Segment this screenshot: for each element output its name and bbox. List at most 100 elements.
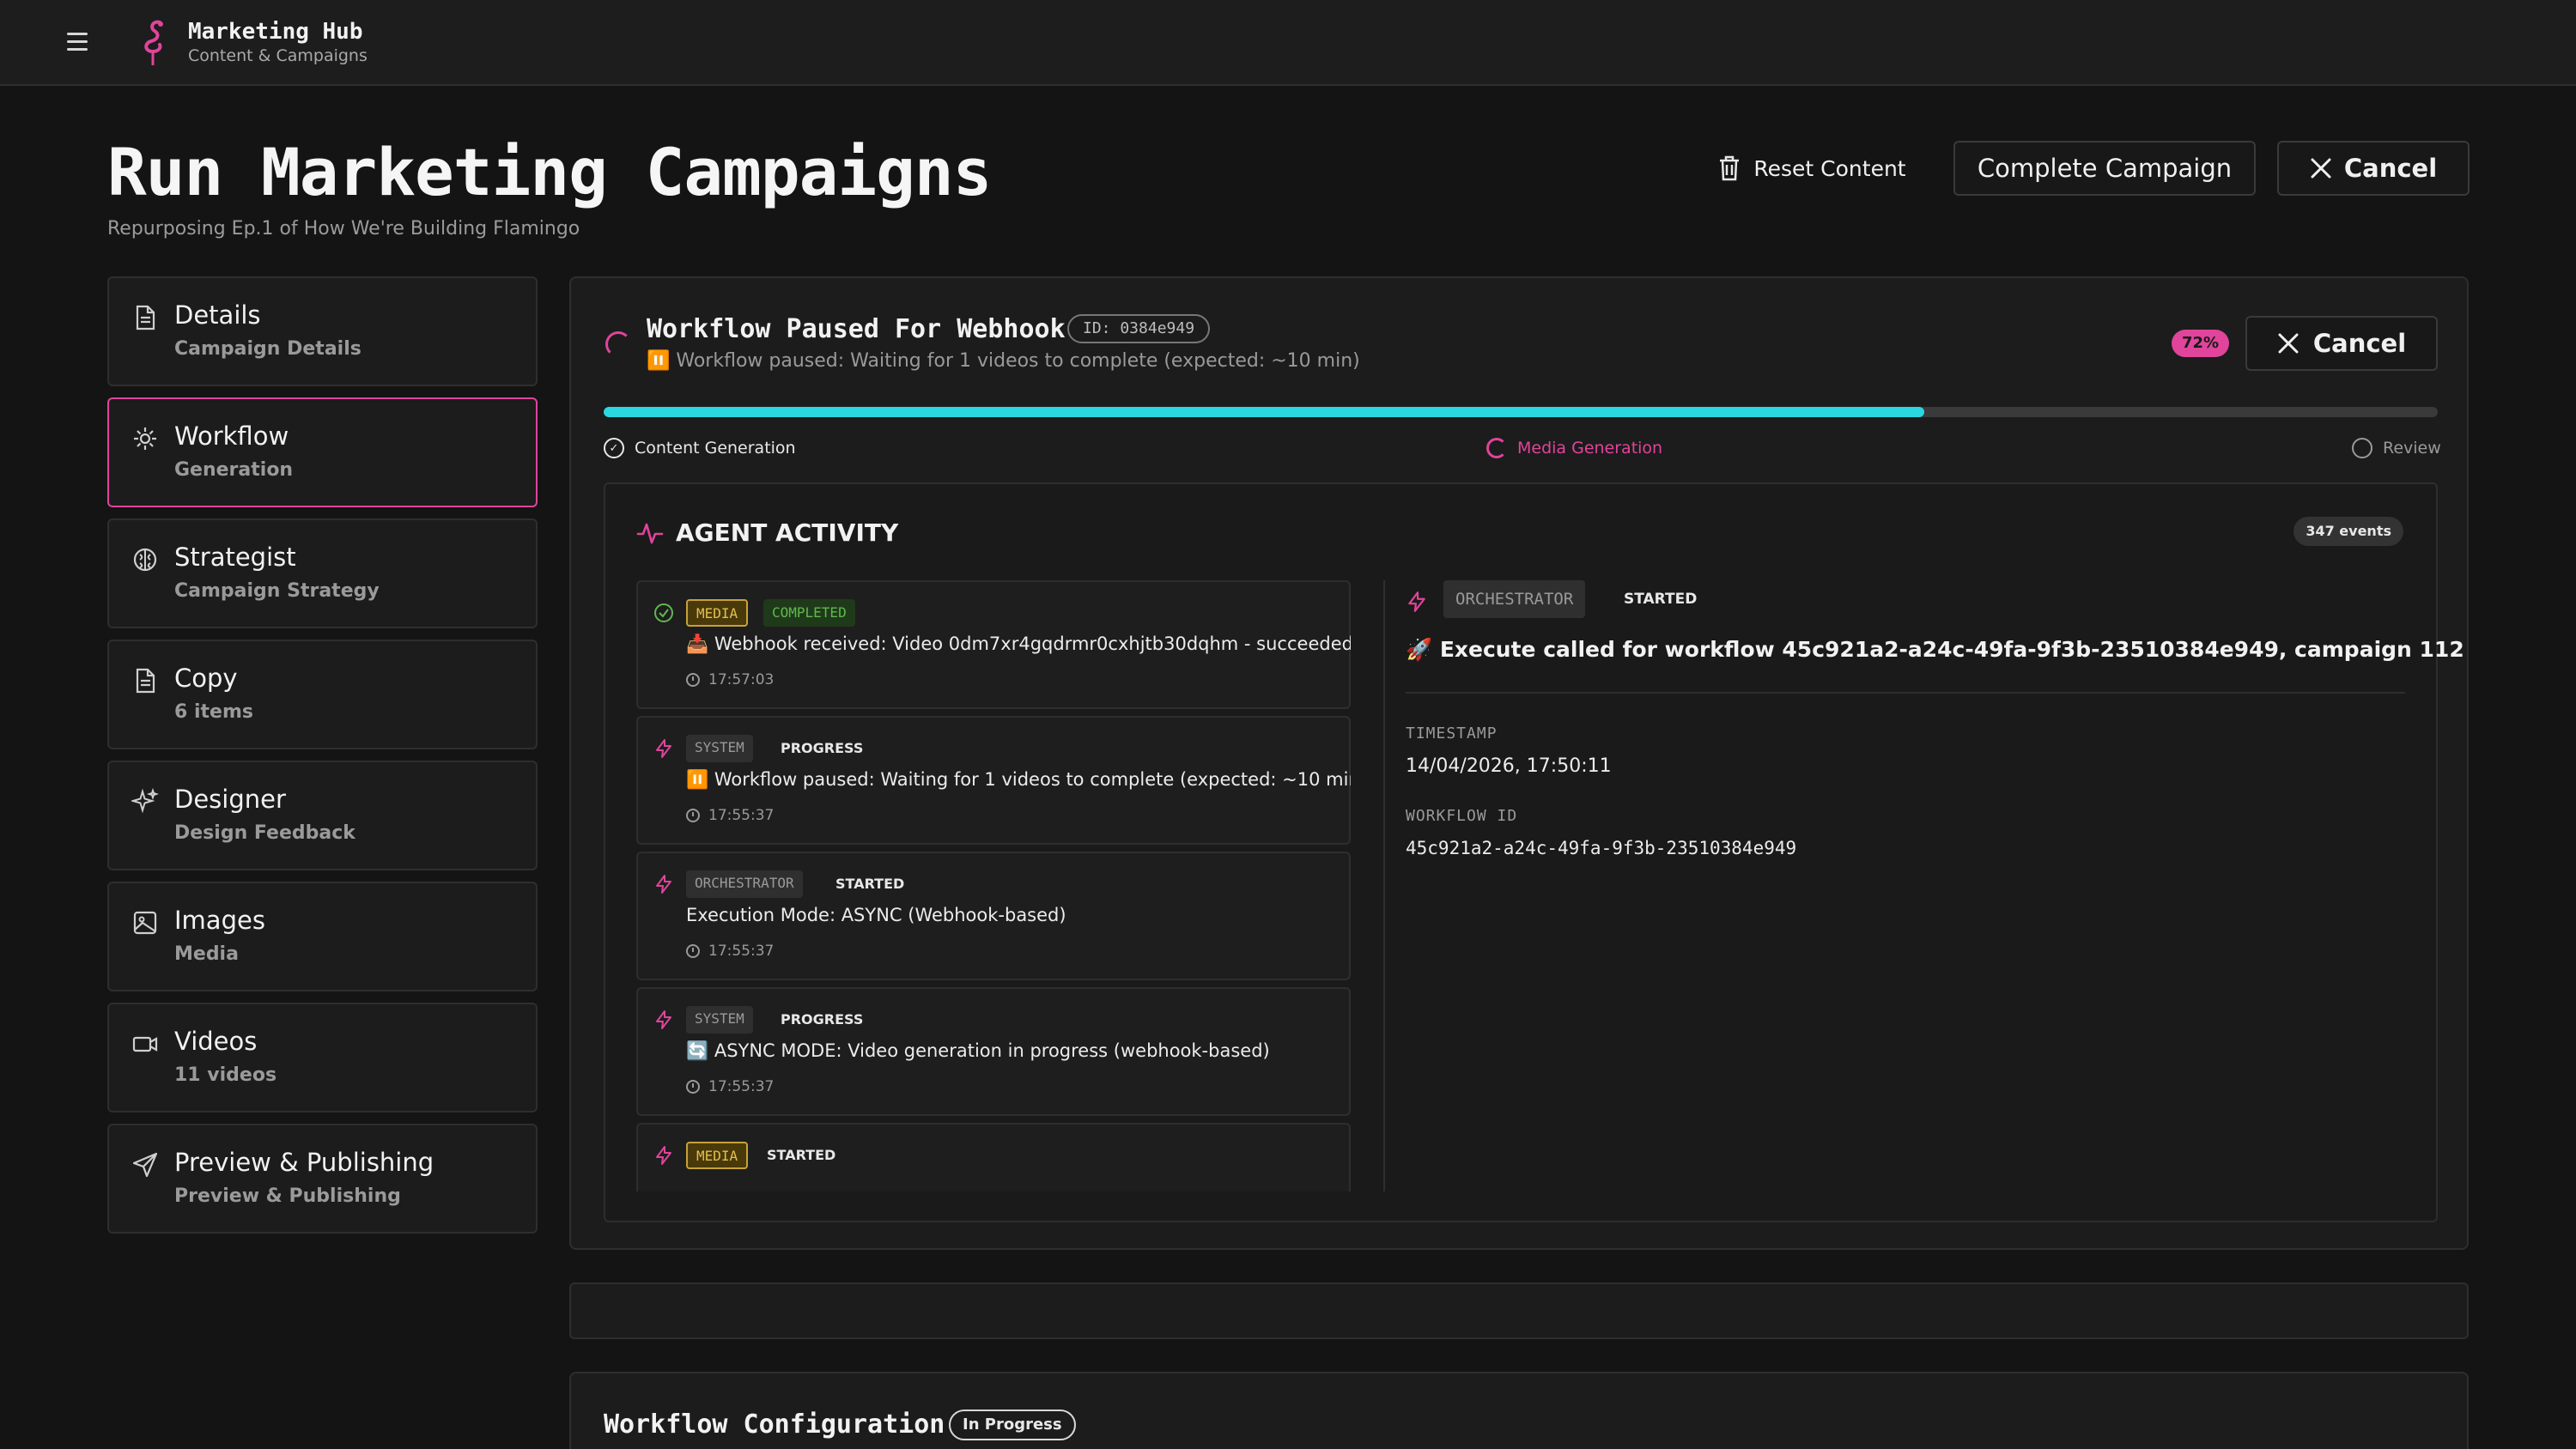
step-label: Media Generation [1517,439,1663,458]
clock-icon [686,1080,700,1094]
empty-circle-icon [2352,438,2372,458]
brain-icon [133,548,157,572]
sidebar-item-sublabel: Design Feedback [174,822,355,844]
event-state: STARTED [835,876,905,892]
sidebar-item-label: Videos [174,1027,258,1056]
agent-activity-header: AGENT ACTIVITY [636,518,898,547]
lightning-icon [656,1010,671,1029]
trash-icon [1720,155,1740,181]
workflow-configuration-title: Workflow Configuration [604,1410,945,1440]
workflow-cancel-label: Cancel [2312,329,2407,358]
timestamp-label: TIMESTAMP [1406,724,1498,743]
sidebar-item-sublabel: Preview & Publishing [174,1185,401,1207]
step-label: Content Generation [635,439,796,458]
page-title: Run Marketing Campaigns [107,134,992,210]
status-badge: In Progress [949,1410,1076,1440]
event-item[interactable]: MEDIA COMPLETED 📥 Webhook received: Vide… [636,580,1351,709]
events-list[interactable]: MEDIA COMPLETED 📥 Webhook received: Vide… [636,580,1351,1191]
detail-message: 🚀 Execute called for workflow 45c921a2-a… [1406,637,2464,662]
lightning-icon [656,739,671,758]
event-time: 17:55:37 [686,943,774,960]
timestamp-value: 14/04/2026, 17:50:11 [1406,755,1612,777]
workflow-status-text: ⏸️ Workflow paused: Waiting for 1 videos… [647,350,1360,372]
sidebar-item-strategist[interactable]: Strategist Campaign Strategy [107,518,538,628]
event-message: 🔄 ASYNC MODE: Video generation in progre… [686,1040,1270,1061]
sidebar-item-sublabel: 11 videos [174,1064,277,1086]
workflow-id-label: WORKFLOW ID [1406,807,1518,825]
sparkles-icon [131,788,159,814]
step-label: Review [2383,439,2441,458]
event-state-badge: COMPLETED [763,599,855,627]
event-message: 📥 Webhook received: Video 0dm7xr4gqdrmr0… [686,634,1351,654]
sidebar-item-sublabel: Campaign Details [174,338,361,360]
sidebar-item-sublabel: 6 items [174,701,253,723]
reset-content-label: Reset Content [1753,155,1906,181]
menu-icon[interactable] [67,33,88,52]
event-tag: ORCHESTRATOR [686,870,803,898]
complete-campaign-label: Complete Campaign [1977,154,2233,183]
sidebar-item-images[interactable]: Images Media [107,882,538,991]
event-time: 17:55:37 [686,1078,774,1095]
reset-content-button[interactable]: Reset Content [1709,141,1915,196]
complete-campaign-button[interactable]: Complete Campaign [1953,141,2256,196]
sidebar-item-sublabel: Campaign Strategy [174,580,380,602]
event-time-text: 17:55:37 [708,807,775,824]
collapsed-section-card [569,1282,2469,1339]
agent-activity-panel: AGENT ACTIVITY 347 events MEDIA COMPLETE… [604,482,2464,1222]
event-tag: MEDIA [686,599,749,627]
event-item[interactable]: SYSTEM PROGRESS 🔄 ASYNC MODE: Video gene… [636,987,1351,1116]
top-bar: Marketing Hub Content & Campaigns [0,0,2576,86]
sidebar-item-details[interactable]: Details Campaign Details [107,276,538,386]
clock-icon [686,673,700,687]
event-time: 17:55:37 [686,807,774,824]
cancel-button[interactable]: Cancel [2277,141,2470,196]
image-icon [133,911,157,935]
event-state: STARTED [767,1147,836,1163]
event-tag: MEDIA [686,1142,749,1169]
event-time-text: 17:55:37 [708,1078,775,1095]
sidebar-item-preview-publishing[interactable]: Preview & Publishing Preview & Publishin… [107,1124,538,1234]
sidebar-item-sublabel: Media [174,943,239,965]
agent-activity-title: AGENT ACTIVITY [676,518,899,547]
sidebar-item-videos[interactable]: Videos 11 videos [107,1003,538,1113]
activity-pulse-icon [636,523,664,543]
step-content-generation: ✓ Content Generation [604,438,796,458]
event-tag: SYSTEM [686,1006,753,1034]
event-tag: SYSTEM [686,735,753,762]
event-item[interactable]: SYSTEM PROGRESS ⏸️ Workflow paused: Wait… [636,716,1351,845]
gear-icon [134,427,156,450]
sidebar-item-designer[interactable]: Designer Design Feedback [107,761,538,870]
events-count-badge: 347 events [2293,517,2403,546]
close-icon [2278,333,2299,354]
detail-tag: ORCHESTRATOR [1443,580,1586,618]
workflow-configuration-card: Workflow Configuration In Progress [569,1372,2469,1449]
workflow-cancel-button[interactable]: Cancel [2245,316,2438,371]
sidebar-item-label: Designer [174,785,286,814]
page-subtitle: Repurposing Ep.1 of How We're Building F… [107,218,580,239]
event-time-text: 17:57:03 [708,671,775,688]
clock-icon [686,944,700,958]
lightning-icon [1408,591,1425,612]
app-subtitle: Content & Campaigns [188,46,368,65]
sidebar-item-copy[interactable]: Copy 6 items [107,640,538,749]
sidebar-item-label: Workflow [174,421,289,451]
sidebar-item-label: Strategist [174,543,296,572]
send-icon [132,1152,158,1178]
sidebar-item-label: Images [174,906,265,935]
sidebar-item-sublabel: Generation [174,459,294,481]
event-item[interactable]: MEDIA STARTED [636,1123,1351,1191]
event-item[interactable]: ORCHESTRATOR STARTED Execution Mode: ASY… [636,852,1351,980]
clock-icon [686,809,700,822]
sidebar-item-label: Copy [174,664,238,693]
check-circle-icon: ✓ [604,438,624,458]
video-icon [132,1036,158,1052]
step-media-generation: Media Generation [1486,438,1662,458]
document-icon [136,668,155,694]
event-state: PROGRESS [781,740,864,756]
workflow-id-badge: ID: 0384e949 [1067,314,1211,343]
detail-divider [1406,692,2405,694]
sidebar-item-workflow[interactable]: Workflow Generation [107,397,538,507]
close-icon [2311,158,2331,179]
event-time-text: 17:55:37 [708,943,775,960]
step-review: Review [2352,438,2441,458]
